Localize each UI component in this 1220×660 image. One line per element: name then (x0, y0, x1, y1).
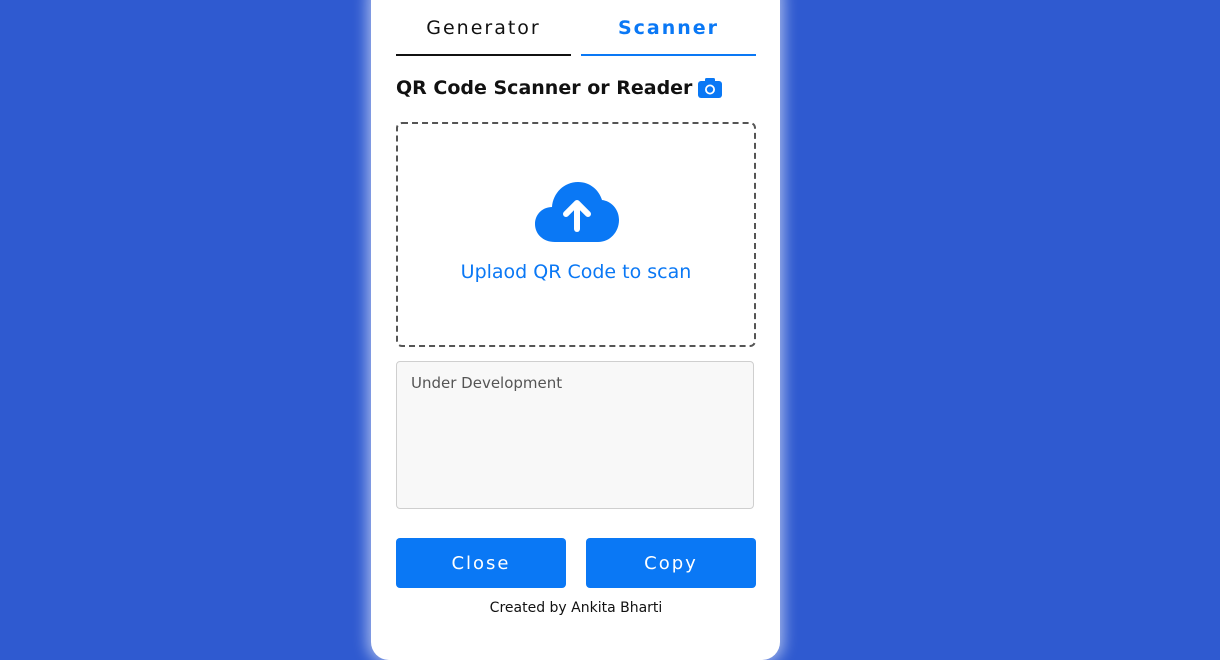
tab-scanner[interactable]: Scanner (581, 14, 756, 56)
close-button[interactable]: Close (396, 538, 566, 588)
tab-bar: Generator Scanner (396, 14, 756, 56)
qr-scanner-card: Generator Scanner QR Code Scanner or Rea… (371, 0, 780, 660)
footer-credit: Created by Ankita Bharti (489, 600, 663, 616)
upload-prompt: Uplaod QR Code to scan (460, 261, 692, 283)
page-title: QR Code Scanner or Reader (396, 77, 756, 99)
tab-generator[interactable]: Generator (396, 14, 571, 56)
copy-button[interactable]: Copy (586, 538, 756, 588)
upload-dropzone[interactable]: Uplaod QR Code to scan (396, 122, 756, 347)
page-title-text: QR Code Scanner or Reader (396, 77, 693, 99)
cloud-upload-icon (535, 182, 619, 242)
camera-icon (698, 78, 723, 98)
scan-result-field[interactable] (396, 361, 754, 509)
